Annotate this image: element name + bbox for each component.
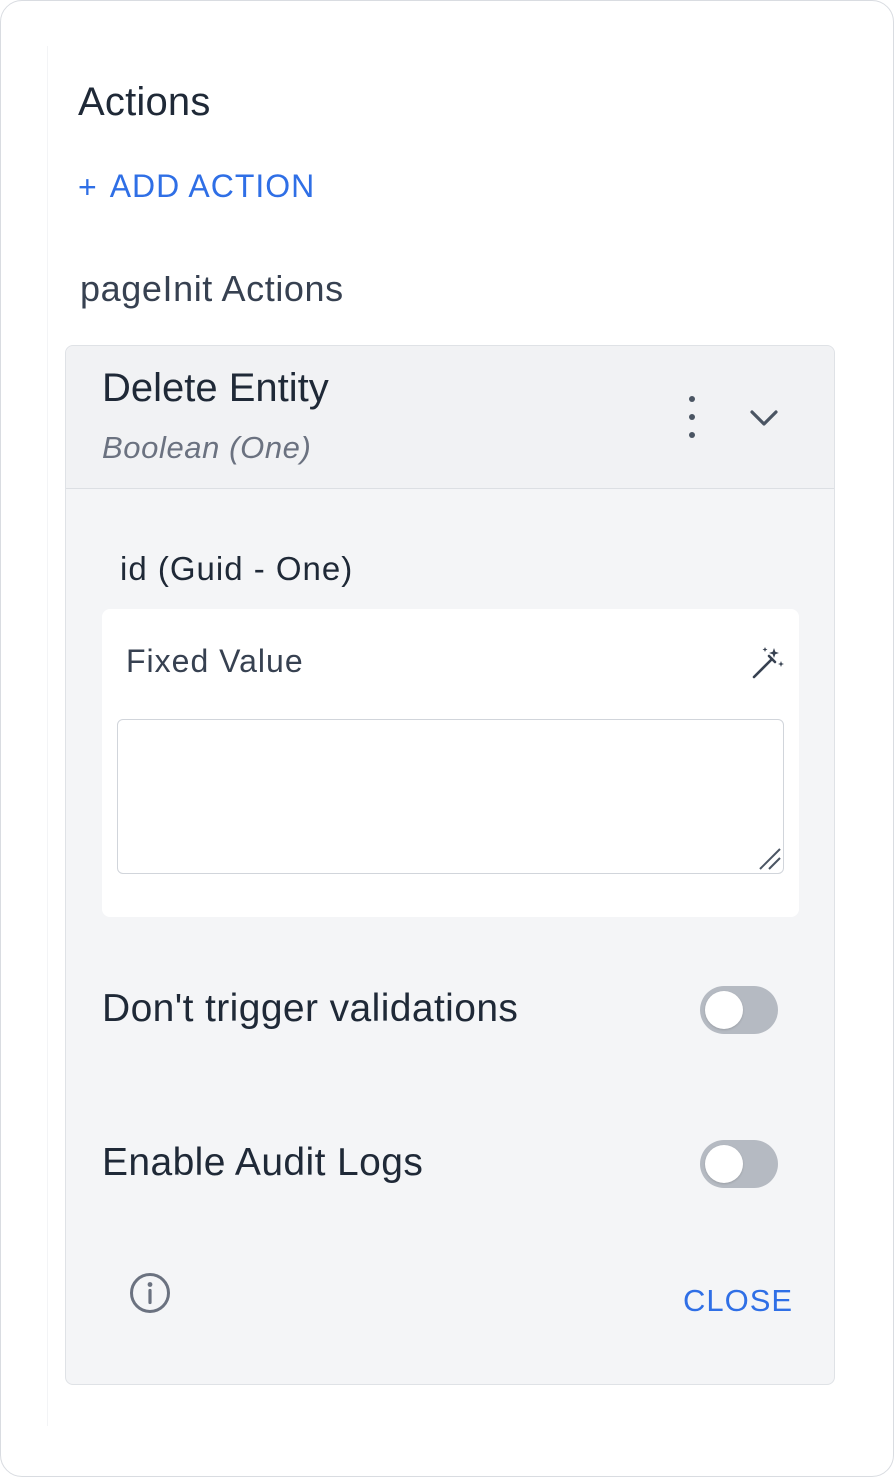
value-mode-label: Fixed Value: [126, 643, 304, 679]
toggle-row-validations: Don't trigger validations: [102, 981, 778, 1041]
group-title: pageInit Actions: [80, 268, 344, 309]
action-name: Delete Entity: [102, 366, 329, 410]
fixed-value-input[interactable]: [117, 719, 784, 874]
enable-audit-logs-toggle[interactable]: [700, 1140, 778, 1188]
close-button[interactable]: CLOSE: [683, 1283, 793, 1319]
add-action-button[interactable]: + ADD ACTION: [78, 168, 315, 205]
toggle-label-audit-logs: Enable Audit Logs: [102, 1141, 424, 1184]
chevron-down-icon[interactable]: [746, 400, 782, 436]
action-card-header[interactable]: Delete Entity Boolean (One): [66, 346, 834, 489]
more-vertical-icon[interactable]: [678, 396, 706, 438]
resize-handle-icon[interactable]: [756, 845, 782, 871]
toggle-label-validations: Don't trigger validations: [102, 987, 519, 1030]
action-return-type: Boolean (One): [102, 430, 312, 465]
magic-wand-icon[interactable]: [750, 645, 786, 681]
info-icon[interactable]: [128, 1271, 172, 1315]
section-title: Actions: [78, 80, 211, 124]
plus-icon: +: [78, 168, 98, 205]
action-card: Delete Entity Boolean (One) id (Guid - O…: [65, 345, 835, 1385]
add-action-label: ADD ACTION: [109, 168, 316, 204]
toggle-knob: [705, 1145, 743, 1183]
dont-trigger-validations-toggle[interactable]: [700, 986, 778, 1034]
parameter-label: id (Guid - One): [120, 550, 354, 587]
toggle-row-audit-logs: Enable Audit Logs: [102, 1135, 778, 1195]
parameter-value-box: Fixed Value: [102, 609, 799, 917]
toggle-knob: [705, 991, 743, 1029]
